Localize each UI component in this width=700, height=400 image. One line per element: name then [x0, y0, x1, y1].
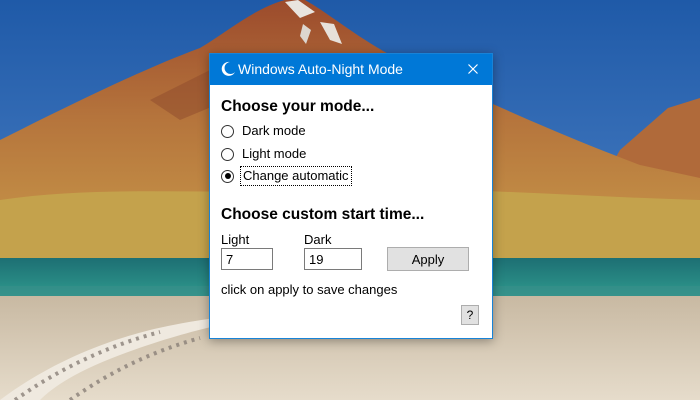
- light-label: Light: [221, 232, 250, 247]
- radio-button[interactable]: [221, 147, 234, 161]
- radio-change-automatic[interactable]: Change automatic: [221, 166, 352, 186]
- radio-dark-mode[interactable]: Dark mode: [221, 121, 306, 141]
- radio-light-mode[interactable]: Light mode: [221, 144, 306, 164]
- mode-heading: Choose your mode...: [221, 98, 375, 115]
- time-heading: Choose custom start time...: [221, 206, 425, 223]
- help-button[interactable]: ?: [461, 305, 479, 325]
- radio-button[interactable]: [221, 124, 234, 138]
- close-icon: [468, 61, 478, 79]
- app-window: Windows Auto-Night Mode Choose your mode…: [209, 53, 493, 339]
- dark-label: Dark: [304, 232, 332, 247]
- window-content: Choose your mode... Dark mode Light mode…: [210, 85, 492, 339]
- apply-button[interactable]: Apply: [387, 247, 469, 271]
- radio-button-selected[interactable]: [221, 169, 234, 183]
- radio-label: Dark mode: [242, 123, 306, 138]
- radio-label: Light mode: [242, 146, 307, 161]
- hint-text: click on apply to save changes: [221, 282, 398, 297]
- light-time-input[interactable]: [221, 248, 273, 270]
- moon-icon: [219, 60, 237, 78]
- dark-time-input[interactable]: [304, 248, 362, 270]
- close-button[interactable]: [454, 54, 492, 85]
- title-bar[interactable]: Windows Auto-Night Mode: [210, 54, 492, 85]
- radio-label: Change automatic: [240, 166, 352, 186]
- window-title: Windows Auto-Night Mode: [238, 61, 403, 77]
